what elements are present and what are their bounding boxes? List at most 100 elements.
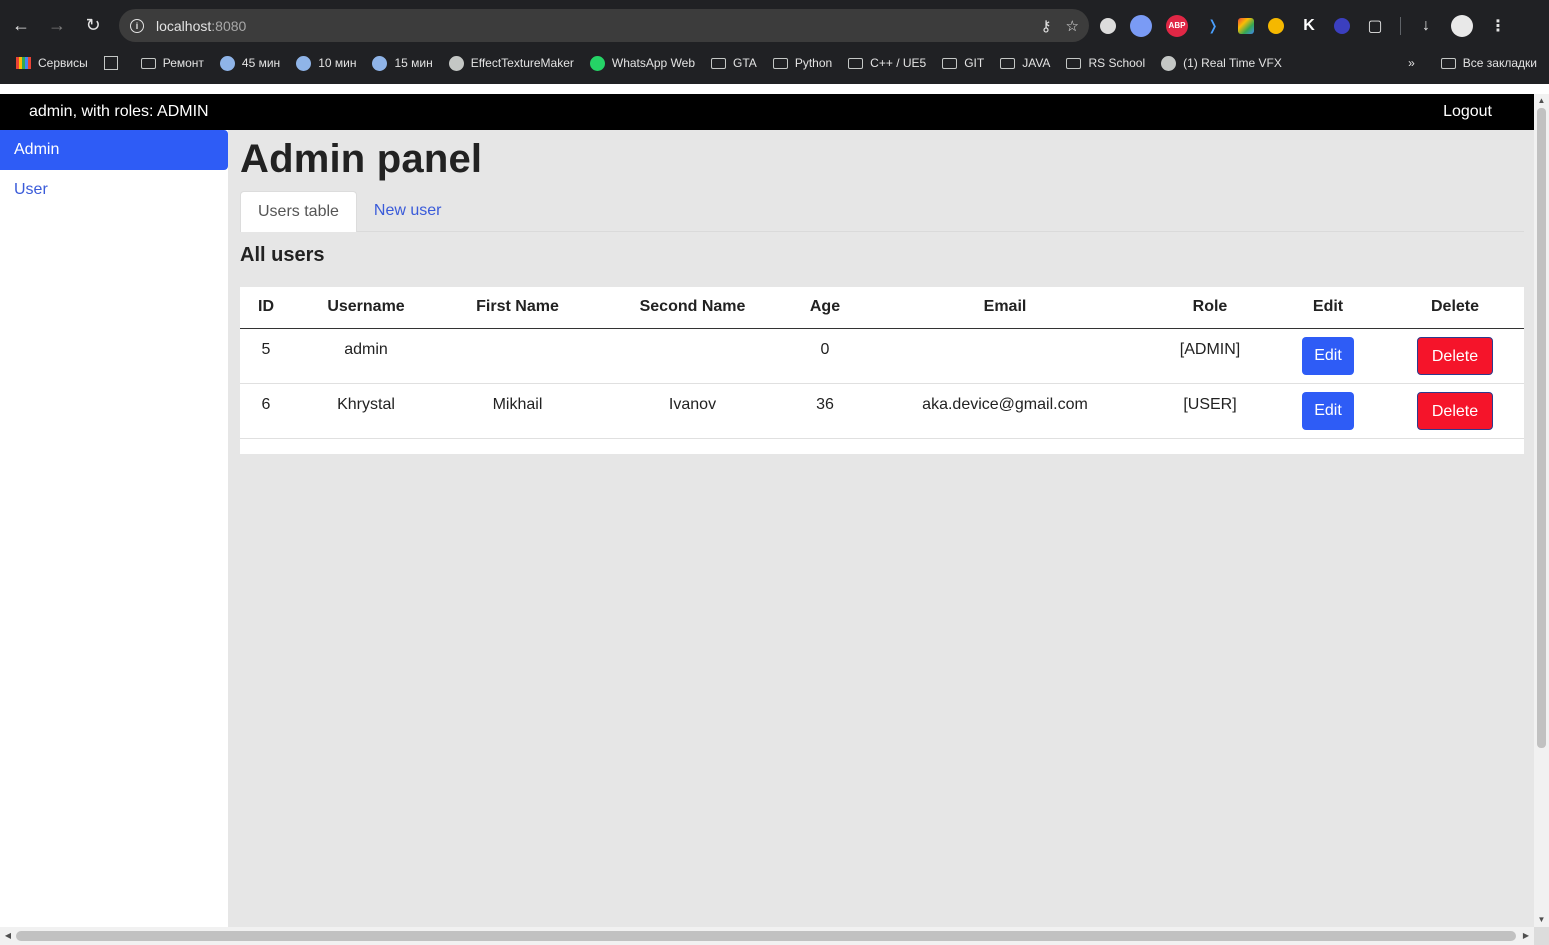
all-bookmarks-label: Все закладки bbox=[1462, 56, 1537, 70]
column-header-username: Username bbox=[292, 287, 440, 329]
cell-second-name: Ivanov bbox=[595, 383, 790, 439]
bookmark-whatsapp[interactable]: WhatsApp Web bbox=[589, 55, 696, 71]
users-table-card: ID Username First Name Second Name Age E… bbox=[240, 287, 1524, 454]
column-header-role: Role bbox=[1150, 287, 1270, 329]
bookmarks-bar: Сервисы Ремонт 45 мин 10 мин 15 мин Effe… bbox=[0, 50, 1549, 76]
column-header-delete: Delete bbox=[1386, 287, 1524, 329]
edit-button[interactable]: Edit bbox=[1302, 391, 1354, 430]
bookmark-effecttexturemaker[interactable]: EffectTextureMaker bbox=[448, 55, 574, 71]
apps-grid-icon bbox=[16, 57, 31, 69]
table-header-row: ID Username First Name Second Name Age E… bbox=[240, 287, 1524, 329]
folder-icon bbox=[942, 57, 958, 69]
horizontal-scroll-thumb[interactable] bbox=[16, 931, 1516, 941]
url-text[interactable]: localhost:8080 bbox=[156, 18, 246, 34]
cell-role: [ADMIN] bbox=[1150, 328, 1270, 384]
cell-username: Khrystal bbox=[292, 383, 440, 439]
extensions-area: ABP ❭ K ▢ ↓ ⋮ bbox=[1100, 9, 1509, 42]
menu-dots-icon[interactable]: ⋮ bbox=[1487, 15, 1509, 37]
tab-groups-icon bbox=[103, 56, 118, 70]
bookmark-remont[interactable]: Ремонт bbox=[140, 56, 204, 70]
bookmark-label: 15 мин bbox=[394, 56, 433, 70]
adblock-icon[interactable]: ABP bbox=[1166, 14, 1188, 37]
delete-button[interactable]: Delete bbox=[1416, 336, 1494, 375]
scroll-left-icon[interactable]: ◀ bbox=[0, 927, 16, 945]
vertical-scroll-thumb[interactable] bbox=[1537, 108, 1546, 748]
download-icon[interactable]: ↓ bbox=[1415, 15, 1437, 37]
cell-second-name bbox=[595, 328, 790, 384]
main-content: Admin panel Users table New user All use… bbox=[240, 130, 1524, 454]
address-bar[interactable]: i localhost:8080 ⚷ ☆ bbox=[119, 9, 1089, 42]
scroll-up-icon[interactable]: ▲ bbox=[1534, 94, 1549, 108]
logout-link[interactable]: Logout bbox=[1443, 103, 1492, 121]
edit-button[interactable]: Edit bbox=[1302, 336, 1354, 375]
sidebar-item-admin[interactable]: Admin bbox=[0, 130, 228, 170]
bookmark-real-time-vfx[interactable]: (1) Real Time VFX bbox=[1161, 55, 1282, 71]
bookmark-rs-school[interactable]: RS School bbox=[1066, 56, 1145, 70]
bookmarks-overflow-button[interactable]: » bbox=[1408, 56, 1415, 70]
sidebar-item-user[interactable]: User bbox=[0, 170, 228, 210]
bookmark-10min[interactable]: 10 мин bbox=[296, 55, 356, 71]
cell-email: aka.device@gmail.com bbox=[860, 383, 1150, 439]
bookmark-label: JAVA bbox=[1022, 56, 1051, 70]
avatar[interactable] bbox=[1451, 14, 1473, 37]
bookmark-python[interactable]: Python bbox=[772, 56, 832, 70]
horizontal-scrollbar[interactable]: ◀ ▶ bbox=[0, 927, 1534, 945]
scroll-down-icon[interactable]: ▼ bbox=[1534, 913, 1549, 927]
globe-icon bbox=[448, 55, 464, 71]
column-header-edit: Edit bbox=[1270, 287, 1386, 329]
extension-globe-icon[interactable] bbox=[1334, 17, 1350, 34]
extension-colorpicker-icon[interactable] bbox=[1238, 17, 1254, 34]
key-icon[interactable]: ⚷ bbox=[1041, 17, 1052, 35]
bookmark-services[interactable]: Сервисы bbox=[16, 56, 88, 70]
column-header-second-name: Second Name bbox=[595, 287, 790, 329]
bookmark-label: C++ / UE5 bbox=[870, 56, 927, 70]
globe-icon bbox=[1161, 55, 1177, 71]
bookmark-15min[interactable]: 15 мин bbox=[372, 55, 433, 71]
star-icon[interactable]: ☆ bbox=[1066, 17, 1079, 35]
all-bookmarks[interactable]: Все закладки bbox=[1440, 56, 1537, 70]
cell-id: 6 bbox=[240, 383, 292, 439]
extension-cloud-icon[interactable] bbox=[1100, 17, 1116, 34]
bookmark-java[interactable]: JAVA bbox=[1000, 56, 1050, 70]
scroll-right-icon[interactable]: ▶ bbox=[1518, 927, 1534, 945]
cell-edit: Edit bbox=[1270, 328, 1386, 384]
users-table: ID Username First Name Second Name Age E… bbox=[240, 287, 1524, 439]
extension-signal-icon[interactable]: ❭ bbox=[1202, 15, 1224, 37]
bookmark-label: WhatsApp Web bbox=[611, 56, 696, 70]
url-port: :8080 bbox=[211, 17, 247, 34]
back-icon[interactable]: ← bbox=[3, 7, 39, 43]
delete-button[interactable]: Delete bbox=[1416, 391, 1494, 430]
bookmark-label: (1) Real Time VFX bbox=[1183, 56, 1282, 70]
folder-icon bbox=[1000, 57, 1016, 69]
bookmark-tab-groups[interactable] bbox=[103, 56, 125, 70]
extension-moon-icon[interactable] bbox=[1268, 17, 1284, 34]
bookmark-gta[interactable]: GTA bbox=[711, 56, 757, 70]
bookmark-45min[interactable]: 45 мин bbox=[219, 55, 280, 71]
sidebar: Admin User bbox=[0, 130, 228, 927]
bookmark-git[interactable]: GIT bbox=[942, 56, 984, 70]
table-row: 5 admin 0 [ADMIN] Edit Delete bbox=[240, 328, 1524, 384]
forward-icon[interactable]: → bbox=[39, 7, 75, 43]
vertical-scrollbar[interactable]: ▲ ▼ bbox=[1534, 94, 1549, 927]
cell-role: [USER] bbox=[1150, 383, 1270, 439]
bookmark-cpp-ue5[interactable]: C++ / UE5 bbox=[848, 56, 926, 70]
site-info-icon[interactable]: i bbox=[121, 9, 153, 42]
timer-icon bbox=[372, 55, 388, 71]
extension-k-icon[interactable]: K bbox=[1298, 15, 1320, 37]
page-viewport: admin, with roles: ADMIN Logout Admin Us… bbox=[0, 94, 1534, 927]
column-header-id: ID bbox=[240, 287, 292, 329]
reload-icon[interactable]: ↻ bbox=[75, 7, 111, 43]
tab-new-user[interactable]: New user bbox=[357, 191, 459, 232]
cell-delete: Delete bbox=[1386, 383, 1524, 439]
extension-search-icon[interactable] bbox=[1130, 14, 1152, 37]
bookmark-label: RS School bbox=[1088, 56, 1146, 70]
bookmark-label: Сервисы bbox=[38, 56, 88, 70]
section-title: All users bbox=[240, 244, 325, 266]
folder-icon bbox=[711, 57, 727, 69]
puzzle-icon[interactable]: ▢ bbox=[1364, 15, 1386, 37]
page-title: Admin panel bbox=[240, 137, 483, 181]
column-header-first-name: First Name bbox=[440, 287, 595, 329]
browser-toolbar: ← → ↻ i localhost:8080 ⚷ ☆ ABP ❭ K ▢ ↓ ⋮ bbox=[0, 0, 1549, 50]
cell-delete: Delete bbox=[1386, 328, 1524, 384]
tab-users-table[interactable]: Users table bbox=[240, 191, 357, 232]
